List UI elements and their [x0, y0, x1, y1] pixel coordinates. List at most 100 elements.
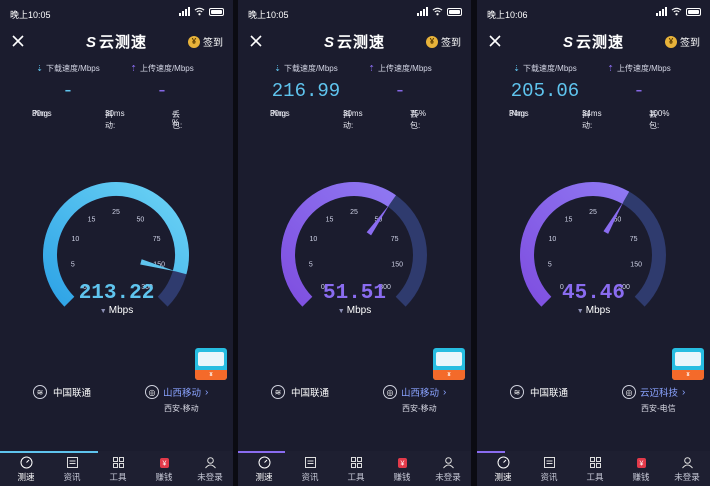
gauge-tick-label: 15 [565, 216, 573, 223]
client-isp-name: 中国联通 [530, 388, 569, 399]
chevron-right-icon: › [205, 386, 209, 398]
server-selector[interactable]: ◎ 云迈科技 › 西安-电信 [622, 385, 685, 414]
current-speed-reading: 213.22 [78, 282, 155, 305]
logo-mark-icon: S [323, 34, 335, 51]
isp-info: ≋ 中国联通 ◎ 山西移动 › 西安-移动 [0, 385, 233, 414]
speed-metrics: ⇣ 下载速度/Mbps 205.06 ⇡ 上传速度/Mbps - [477, 63, 710, 103]
bottom-tab-bar: 测速 资讯 工具 ¥ 赚钱 未登录 [0, 451, 233, 486]
server-location: 西安-移动 [164, 404, 199, 413]
tab-money-bag[interactable]: ¥ 赚钱 [382, 456, 422, 483]
sign-in-button[interactable]: ¥ 签到 [188, 34, 223, 49]
client-isp: ≋ 中国联通 [271, 385, 329, 399]
status-icons [417, 7, 462, 16]
money-bag-icon: ¥ [397, 458, 407, 468]
tab-speedometer[interactable]: 测速 [483, 456, 523, 483]
server-selector[interactable]: ◎ 山西移动 › 西安-移动 [383, 385, 446, 414]
upload-arrow-icon: ⇡ [368, 64, 375, 73]
speedometer-icon [258, 456, 270, 469]
speedometer-icon [497, 456, 509, 469]
logo-text: 云测速 [99, 34, 148, 51]
tab-label: 工具 [347, 472, 365, 482]
test-progress-bar [0, 451, 98, 453]
screenshot-collage: 晚上10:05 S 云测速 ¥ 签到 ⇣ 下载速度/Mbps - ⇡ 上传速度/Mbps… [0, 0, 710, 486]
tab-grid[interactable]: 工具 [336, 456, 376, 483]
tab-label: 赚钱 [393, 472, 411, 482]
tab-user[interactable]: 未登录 [667, 456, 707, 483]
download-metric: ⇣ 下载速度/Mbps 205.06 [495, 63, 595, 102]
grid-icon [112, 457, 124, 468]
wifi-icon [194, 7, 205, 16]
grid-icon [350, 457, 362, 468]
tab-label: 未登录 [197, 472, 223, 482]
tab-grid[interactable]: 工具 [575, 456, 615, 483]
svg-text:¥: ¥ [639, 461, 643, 468]
upload-label: 上传速度/Mbps [139, 64, 194, 73]
download-label: 下载速度/Mbps [45, 64, 100, 73]
tab-grid[interactable]: 工具 [98, 456, 138, 483]
gauge-tick-label: 10 [309, 236, 317, 243]
signal-icon [656, 7, 667, 16]
tab-money-bag[interactable]: ¥ 赚钱 [621, 456, 661, 483]
tab-label: 资讯 [540, 472, 558, 482]
tab-label: 测速 [494, 472, 512, 482]
news-icon [304, 457, 316, 468]
tab-money-bag[interactable]: ¥ 赚钱 [144, 456, 184, 483]
tab-user[interactable]: 未登录 [428, 456, 468, 483]
network-stats: Ping: 34ms 抖动: 34ms 丢包: 100% [509, 109, 670, 130]
client-isp: ≋ 中国联通 [510, 385, 568, 399]
wifi-circle-icon: ≋ [33, 385, 47, 399]
tab-news[interactable]: 资讯 [52, 456, 92, 483]
server-location: 西安-电信 [641, 404, 676, 413]
tab-user[interactable]: 未登录 [190, 456, 230, 483]
speed-unit: ▼ Mbps [576, 305, 611, 316]
download-metric: ⇣ 下载速度/Mbps 216.99 [256, 63, 356, 102]
speed-metrics: ⇣ 下载速度/Mbps 216.99 ⇡ 上传速度/Mbps - [238, 63, 471, 103]
status-icons [656, 7, 701, 16]
server-name[interactable]: 山西移动 [163, 385, 201, 399]
gauge-tick-label: 150 [391, 262, 403, 269]
gauge-tick-label: 15 [88, 216, 96, 223]
tab-speedometer[interactable]: 测速 [6, 456, 46, 483]
server-name[interactable]: 山西移动 [401, 385, 439, 399]
tab-news[interactable]: 资讯 [529, 456, 569, 483]
tab-news[interactable]: 资讯 [290, 456, 330, 483]
news-icon [66, 457, 78, 468]
speedtest-screen-1: 晚上10:05 S 云测速 ¥ 签到 ⇣ 下载速度/Mbps - ⇡ 上传速度/Mbps… [0, 0, 233, 486]
money-bag-icon: ¥ [636, 458, 646, 468]
promo-badge[interactable]: ¥ [672, 348, 704, 380]
battery-icon [447, 7, 462, 16]
tab-label: 资讯 [63, 472, 81, 482]
sign-in-button[interactable]: ¥ 签到 [426, 34, 461, 49]
coin-icon: ¥ [665, 35, 677, 48]
status-bar: 晚上10:05 [238, 0, 471, 26]
status-time: 晚上10:05 [10, 10, 51, 20]
promo-label: ¥ [672, 370, 704, 380]
status-bar: 晚上10:05 [0, 0, 233, 26]
server-selector[interactable]: ◎ 山西移动 › 西安-移动 [145, 385, 208, 414]
promo-label: ¥ [433, 370, 465, 380]
wifi-circle-icon: ≋ [271, 385, 285, 399]
speed-unit: ▼ Mbps [99, 305, 134, 316]
gauge-tick-label: 75 [153, 236, 161, 243]
upload-label: 上传速度/Mbps [377, 64, 432, 73]
promo-badge[interactable]: ¥ [195, 348, 227, 380]
unit-arrow-icon: ▼ [337, 308, 345, 315]
sign-in-button[interactable]: ¥ 签到 [665, 34, 700, 49]
news-icon [543, 457, 555, 468]
tab-speedometer[interactable]: 测速 [244, 456, 284, 483]
tab-label: 资讯 [301, 472, 319, 482]
speedtest-screen-2: 晚上10:05 S 云测速 ¥ 签到 ⇣ 下载速度/Mbps 216.99 ⇡ 上传速度… [238, 0, 471, 486]
promo-badge[interactable]: ¥ [433, 348, 465, 380]
upload-value: - [394, 80, 406, 102]
gauge-tick-label: 5 [309, 262, 313, 269]
wifi-circle-icon: ≋ [510, 385, 524, 399]
logo-text: 云测速 [576, 34, 625, 51]
gauge-tick-label: 75 [391, 236, 399, 243]
upload-metric: ⇡ 上传速度/Mbps - [589, 63, 689, 102]
download-value: - [62, 80, 74, 102]
gauge-tick-label: 10 [548, 236, 556, 243]
server-name[interactable]: 云迈科技 [640, 385, 678, 399]
tab-label: 工具 [586, 472, 604, 482]
bottom-tab-bar: 测速 资讯 工具 ¥ 赚钱 未登录 [238, 451, 471, 486]
upload-arrow-icon: ⇡ [130, 64, 137, 73]
